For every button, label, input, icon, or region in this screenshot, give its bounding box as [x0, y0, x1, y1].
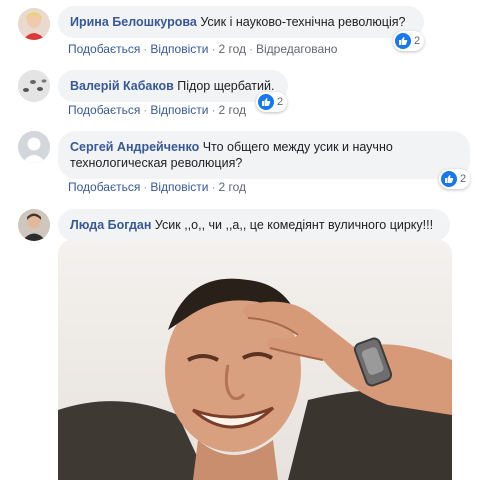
like-link[interactable]: Подобається — [68, 103, 140, 117]
timestamp[interactable]: 2 год — [218, 180, 246, 194]
facepalm-gif — [58, 240, 452, 480]
comment-actions: Подобається · Відповісти · 2 год · Відредагова… — [68, 42, 338, 56]
reaction-count[interactable]: 2 — [393, 31, 425, 51]
reply-link[interactable]: Відповісти — [150, 180, 208, 194]
comment-actions: Подобається · Відповісти · 2 год — [68, 180, 246, 194]
like-icon — [395, 33, 411, 49]
like-icon — [258, 94, 274, 110]
comment-bubble: Ирина Белошкурова Усик і науково-технічн… — [58, 6, 424, 38]
author-name[interactable]: Люда Богдан — [70, 218, 151, 232]
like-link[interactable]: Подобається — [68, 180, 140, 194]
reply-link[interactable]: Відповісти — [150, 103, 208, 117]
reaction-number: 2 — [460, 173, 467, 185]
comment-bubble: Валерій Кабаков Підор щербатий. — [58, 70, 288, 102]
comment-text: Підор щербатий. — [177, 79, 275, 93]
like-link[interactable]: Подобається — [68, 42, 140, 56]
avatar[interactable] — [18, 8, 50, 40]
timestamp[interactable]: 2 год — [218, 103, 246, 117]
author-name[interactable]: Ирина Белошкурова — [70, 15, 197, 29]
comment-bubble: Сергей Андрейченко Что общего между усик… — [58, 131, 470, 179]
comment-actions: Подобається · Відповісти · 2 год — [68, 103, 246, 117]
reaction-count[interactable]: 2 — [256, 92, 288, 112]
edited-label[interactable]: Відредаговано — [256, 42, 337, 56]
avatar[interactable] — [18, 209, 50, 241]
attached-gif[interactable] — [58, 240, 452, 480]
author-name[interactable]: Валерій Кабаков — [70, 79, 174, 93]
reaction-count[interactable]: 2 — [439, 169, 471, 189]
author-name[interactable]: Сергей Андрейченко — [70, 140, 199, 154]
comment-text: Усик і науково-технічна революція? — [200, 15, 406, 29]
avatar[interactable] — [18, 131, 50, 163]
reaction-number: 2 — [277, 96, 284, 108]
like-icon — [441, 171, 457, 187]
reply-link[interactable]: Відповісти — [150, 42, 208, 56]
timestamp[interactable]: 2 год — [218, 42, 246, 56]
reaction-number: 2 — [414, 35, 421, 47]
comment-text: Усик ,,о,, чи ,,а,, це комедіянт вулично… — [154, 218, 434, 232]
comment-bubble: Люда Богдан Усик ,,о,, чи ,,а,, це комед… — [58, 209, 450, 241]
avatar[interactable] — [18, 70, 50, 102]
